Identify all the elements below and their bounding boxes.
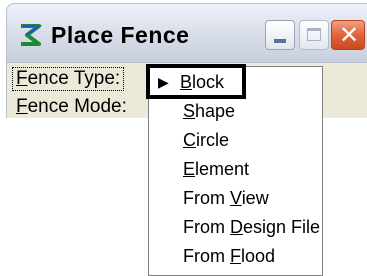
menu-item-label: From Design File xyxy=(183,217,321,237)
menu-item-circle[interactable]: Circle xyxy=(149,127,322,155)
menu-item-from-design-file[interactable]: From Design File xyxy=(149,214,322,242)
menu-item-block[interactable]: ▶ Block xyxy=(146,64,246,99)
menu-item-from-flood[interactable]: From Flood xyxy=(149,243,322,271)
close-icon: ✕ xyxy=(338,21,360,49)
fence-mode-label: Fence Mode: xyxy=(16,96,127,117)
minimize-icon xyxy=(274,39,286,43)
arrow-right-icon: ▶ xyxy=(158,75,169,91)
fence-type-dropdown-list[interactable]: ▶ Block Shape Circle Element From View F… xyxy=(146,64,323,276)
fence-type-label: Fence Type: xyxy=(12,67,125,91)
menu-item-element[interactable]: Element xyxy=(149,156,322,184)
menu-item-shape[interactable]: Shape xyxy=(149,98,322,126)
maximize-icon xyxy=(307,28,321,41)
menu-item-label: Circle xyxy=(183,130,230,150)
menu-item-label: Shape xyxy=(183,101,236,121)
menu-item-from-view[interactable]: From View xyxy=(149,185,322,213)
menu-item-label: From View xyxy=(183,188,269,208)
menu-item-label: From Flood xyxy=(183,246,276,266)
fence-app-icon xyxy=(21,24,42,46)
window-title: Place Fence xyxy=(51,22,190,48)
close-button[interactable]: ✕ xyxy=(331,20,365,50)
title-bar[interactable]: Place Fence ✕ xyxy=(6,3,367,63)
menu-item-label: Block xyxy=(180,72,225,92)
place-fence-dialog: Place Fence ✕ Fence Type: Fence Mode: ▶ … xyxy=(0,0,367,276)
minimize-button[interactable] xyxy=(265,20,295,50)
maximize-button[interactable] xyxy=(299,20,329,50)
menu-item-label: Element xyxy=(183,159,250,179)
